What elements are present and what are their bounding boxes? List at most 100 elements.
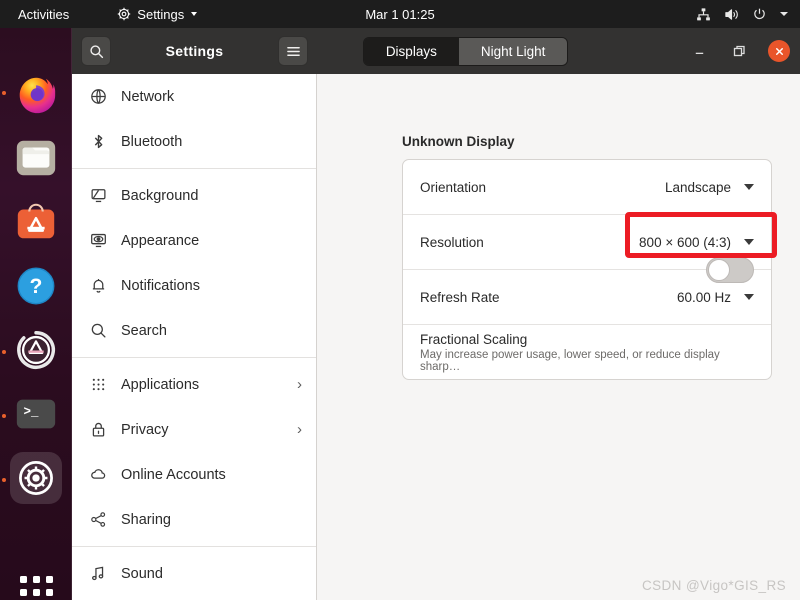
settings-sidebar[interactable]: Network Bluetooth Background Appearance … (72, 74, 317, 600)
bell-icon (90, 277, 107, 294)
software-updater-icon (17, 331, 56, 369)
sidebar-item-sharing[interactable]: Sharing (72, 497, 316, 542)
tab-displays[interactable]: Displays (363, 37, 459, 65)
sidebar-item-label: Online Accounts (121, 466, 226, 483)
ubuntu-dock: ? >_ (0, 28, 72, 600)
sidebar-item-label: Background (121, 187, 199, 204)
help-icon: ? (17, 267, 55, 305)
dock-item-help[interactable]: ? (10, 260, 62, 312)
chevron-down-icon (744, 239, 754, 245)
dock-item-files[interactable] (10, 132, 62, 184)
displays-panel: Unknown Display Orientation Landscape Re… (317, 74, 800, 600)
tab-night-light[interactable]: Night Light (458, 37, 568, 65)
apps-grid-icon (90, 376, 107, 393)
bluetooth-icon (90, 133, 107, 150)
resolution-dropdown[interactable]: 800 × 600 (4:3) (639, 235, 754, 250)
system-menu-caret-icon[interactable] (780, 12, 788, 16)
sidebar-item-appearance[interactable]: Appearance (72, 218, 316, 263)
search-button[interactable] (81, 36, 111, 66)
dock-running-indicator (2, 414, 6, 418)
sidebar-item-privacy[interactable]: Privacy › (72, 407, 316, 452)
caret-down-icon (191, 12, 198, 16)
resolution-label: Resolution (420, 234, 484, 250)
sidebar-item-label: Applications (121, 376, 200, 393)
network-workgroup-icon (696, 7, 711, 22)
sidebar-item-bluetooth[interactable]: Bluetooth (72, 119, 316, 164)
show-applications-button[interactable] (10, 566, 62, 600)
share-icon (90, 511, 107, 528)
watermark: CSDN @Vigo*GIS_RS (641, 578, 786, 593)
minimize-button[interactable] (688, 40, 710, 62)
sidebar-item-label: Notifications (121, 277, 200, 294)
sidebar-item-label: Search (121, 322, 167, 339)
volume-icon (724, 7, 739, 22)
search-icon (89, 44, 103, 58)
music-note-icon (90, 565, 107, 582)
terminal-icon: >_ (16, 399, 56, 429)
sidebar-item-online-accounts[interactable]: Online Accounts (72, 452, 316, 497)
monitor-icon (90, 187, 107, 204)
settings-gear-icon (19, 461, 53, 495)
hamburger-menu-icon (286, 46, 300, 56)
maximize-button[interactable] (728, 40, 750, 62)
window-controls (688, 40, 790, 62)
globe-icon (90, 88, 107, 105)
sidebar-separator (72, 357, 316, 358)
sidebar-item-label: Bluetooth (121, 133, 183, 150)
fractional-scaling-label: Fractional Scaling (420, 331, 528, 347)
row-fractional-scaling[interactable]: Fractional Scaling May increase power us… (403, 256, 771, 379)
settings-gear-icon (117, 7, 131, 21)
minimize-icon (695, 52, 703, 54)
dock-running-indicator (2, 350, 6, 354)
fractional-scaling-toggle[interactable] (706, 256, 754, 283)
refresh-rate-dropdown[interactable]: 60.00 Hz (677, 290, 754, 305)
dock-item-settings[interactable] (10, 452, 62, 504)
sidebar-item-sound[interactable]: Sound (72, 551, 316, 596)
maximize-icon (733, 45, 745, 57)
sidebar-item-label: Network (121, 88, 175, 105)
dock-running-indicator (2, 478, 6, 482)
refresh-rate-label: Refresh Rate (420, 289, 500, 305)
close-button[interactable] (768, 40, 790, 62)
dock-item-ubuntu-software[interactable] (10, 196, 62, 248)
orientation-dropdown[interactable]: Landscape (665, 180, 754, 195)
refresh-rate-value: 60.00 Hz (676, 289, 731, 305)
toggle-knob (708, 258, 730, 281)
sidebar-item-label: Appearance (121, 232, 200, 249)
sidebar-item-notifications[interactable]: Notifications (72, 263, 316, 308)
sidebar-item-applications[interactable]: Applications › (72, 362, 316, 407)
activities-button[interactable]: Activities (12, 5, 75, 24)
firefox-icon (19, 77, 56, 114)
search-icon (90, 322, 107, 339)
app-menu-label: Settings (137, 6, 185, 22)
sidebar-item-search[interactable]: Search (72, 308, 316, 353)
dock-item-terminal[interactable]: >_ (10, 388, 62, 440)
sidebar-item-power[interactable]: Power (72, 596, 316, 600)
appearance-icon (90, 232, 107, 249)
dock-item-software-updater[interactable] (10, 324, 62, 376)
close-icon (775, 47, 783, 55)
sidebar-item-background[interactable]: Background (72, 173, 316, 218)
desktop-screen: Activities Settings Mar 1 01:25 ? >_ Set… (0, 0, 800, 600)
chevron-right-icon: › (297, 421, 302, 438)
dock-item-firefox[interactable] (10, 68, 62, 120)
sidebar-item-network[interactable]: Network (72, 74, 316, 119)
sidebar-item-label: Privacy (121, 421, 169, 438)
row-orientation[interactable]: Orientation Landscape (403, 160, 771, 215)
svg-text:?: ? (30, 275, 43, 298)
dock-running-indicator (2, 91, 6, 95)
sidebar-header-bar: Settings (72, 28, 317, 74)
main-menu-button[interactable] (278, 36, 308, 66)
window-title: Settings (165, 43, 224, 59)
app-menu-button[interactable]: Settings (111, 5, 203, 24)
display-settings-card: Orientation Landscape Resolution 800 × 6… (402, 159, 772, 380)
chevron-right-icon: › (297, 376, 302, 393)
sidebar-item-label: Sharing (121, 511, 171, 528)
content-header-bar: Displays Night Light (317, 28, 800, 74)
ubuntu-software-icon (17, 203, 55, 239)
files-icon (16, 140, 56, 176)
sidebar-separator (72, 168, 316, 169)
system-status-area[interactable] (696, 7, 788, 22)
settings-window: Settings Displays Night Light Network Bl… (72, 28, 800, 600)
power-icon (752, 7, 767, 22)
